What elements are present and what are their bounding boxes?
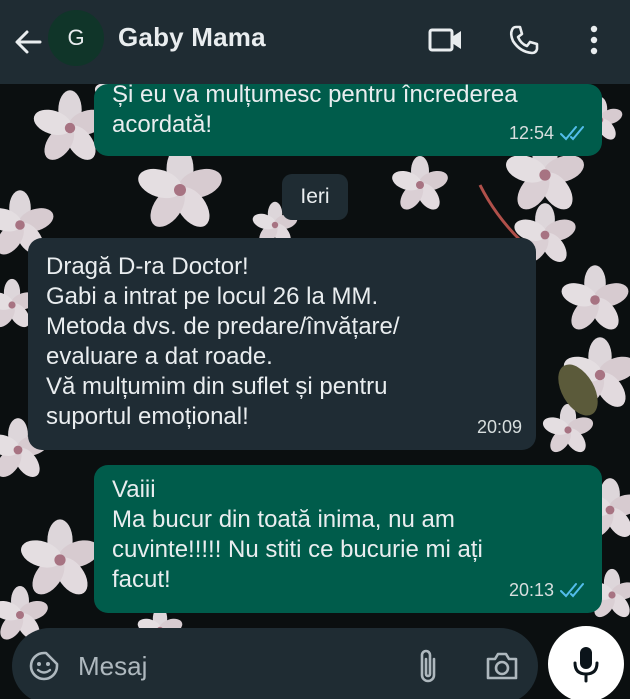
voice-call-button[interactable] (502, 18, 546, 62)
message-bubble-incoming[interactable]: Dragă D-ra Doctor! Gabi a intrat pe locu… (28, 238, 536, 450)
message-bubble-outgoing[interactable]: Vaiii Ma bucur din toată inima, nu am cu… (94, 465, 602, 613)
message-meta: 20:09 (477, 412, 522, 442)
chat-header: G Gaby Mama (0, 0, 630, 84)
back-button[interactable] (8, 22, 48, 62)
emoji-sticker-icon (29, 651, 59, 681)
more-options-button[interactable] (572, 18, 616, 62)
double-check-read-icon (560, 126, 584, 141)
message-input[interactable] (78, 648, 378, 684)
microphone-icon (573, 647, 599, 683)
message-text: Și eu va mulțumesc pentru încrederea aco… (112, 81, 518, 138)
message-meta: 12:54 (509, 118, 588, 148)
paperclip-icon (420, 649, 436, 683)
message-text: Dragă D-ra Doctor! Gabi a intrat pe locu… (46, 253, 400, 430)
more-vertical-icon (590, 25, 598, 55)
camera-icon (486, 652, 518, 680)
back-arrow-icon (15, 30, 42, 54)
message-time: 20:09 (476, 417, 522, 437)
message-composer (12, 628, 538, 699)
attach-button[interactable] (410, 646, 446, 686)
message-text: Vaiii Ma bucur din toată inima, nu am cu… (112, 476, 483, 593)
camera-button[interactable] (482, 646, 522, 686)
message-meta: 20:13 (509, 575, 588, 605)
video-call-button[interactable] (424, 18, 468, 62)
video-call-icon (428, 28, 461, 52)
emoji-button[interactable] (26, 648, 62, 684)
contact-name[interactable]: Gaby Mama (118, 22, 266, 53)
date-divider: Ieri (282, 174, 348, 220)
message-bubble-outgoing[interactable]: Și eu va mulțumesc pentru încrederea aco… (94, 81, 602, 156)
double-check-read-icon (560, 583, 584, 598)
message-time: 20:13 (508, 580, 554, 600)
avatar[interactable]: G (48, 10, 104, 66)
voice-message-button[interactable] (548, 626, 624, 699)
phone-icon (509, 25, 539, 55)
message-time: 12:54 (508, 123, 554, 143)
